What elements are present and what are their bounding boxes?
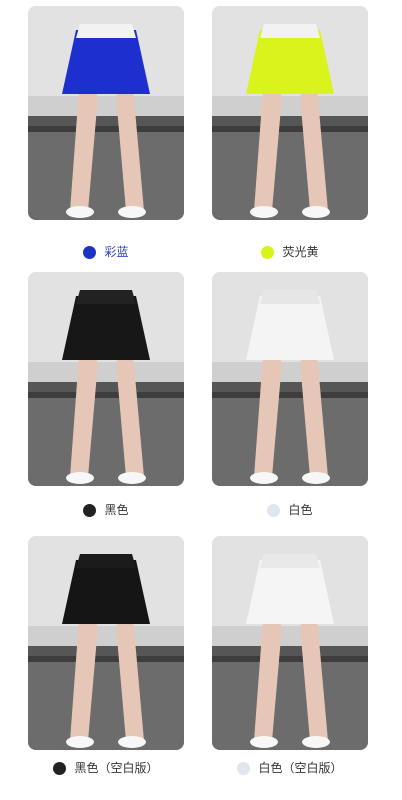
color-caption: 黑色 bbox=[28, 500, 184, 520]
skirt-photo-illustration bbox=[212, 272, 368, 486]
skirt-photo bbox=[212, 6, 368, 220]
skirt-photo bbox=[28, 6, 184, 220]
skirt-photo-illustration bbox=[28, 536, 184, 750]
skirt-photo bbox=[212, 272, 368, 486]
color-caption: 白色 bbox=[212, 500, 368, 520]
skirt-photo-illustration bbox=[212, 6, 368, 220]
skirt-photo-illustration bbox=[28, 6, 184, 220]
color-caption: 白色（空白版） bbox=[212, 758, 368, 778]
color-swatch-dot bbox=[53, 761, 67, 775]
color-swatch-dot bbox=[261, 245, 275, 259]
skirt-photo-illustration bbox=[212, 536, 368, 750]
skirt-photo bbox=[28, 272, 184, 486]
skirt-photo-illustration bbox=[28, 272, 184, 486]
color-label: 黑色（空白版） bbox=[74, 761, 159, 775]
color-caption: 黑色（空白版） bbox=[28, 758, 184, 778]
color-label: 彩蓝 bbox=[104, 245, 129, 259]
color-caption: 彩蓝 bbox=[28, 242, 184, 262]
color-swatch-dot bbox=[83, 503, 97, 517]
color-swatch-dot bbox=[237, 761, 251, 775]
skirt-photo bbox=[28, 536, 184, 750]
color-swatch-dot bbox=[83, 245, 97, 259]
color-caption: 荧光黄 bbox=[212, 242, 368, 262]
color-label: 白色 bbox=[288, 503, 313, 517]
color-label: 白色（空白版） bbox=[258, 761, 343, 775]
skirt-photo bbox=[212, 536, 368, 750]
product-color-grid: 彩蓝 荧光黄 黑色 白色 黑色（空白版） 白色（空白版） bbox=[0, 0, 402, 800]
color-swatch-dot bbox=[267, 503, 281, 517]
color-label: 荧光黄 bbox=[282, 245, 319, 259]
color-label: 黑色 bbox=[104, 503, 129, 517]
